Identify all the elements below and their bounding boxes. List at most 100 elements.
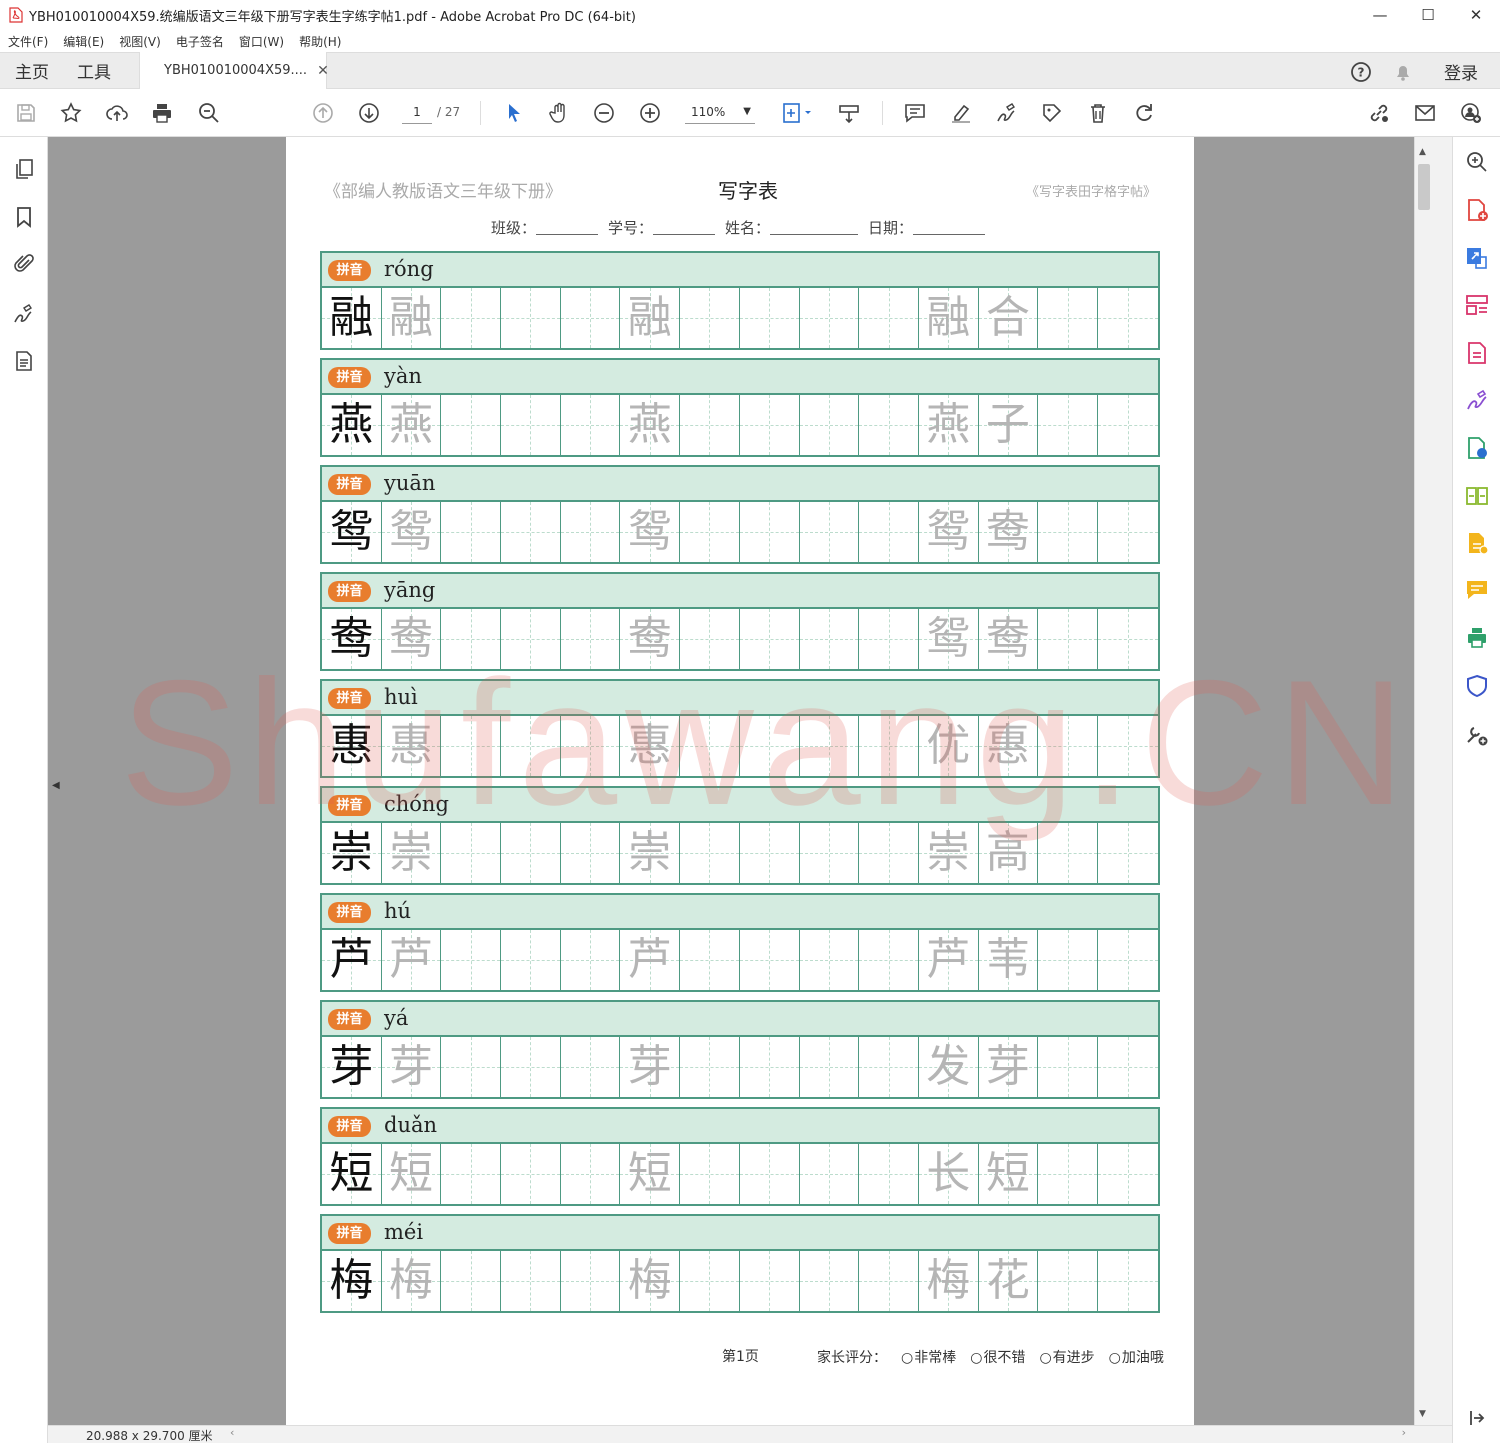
compare-files-icon[interactable] [1464,483,1490,509]
tianzige-cell: 苇 [978,930,1039,990]
trace-character: 鸯 [627,613,672,664]
hand-tool-icon[interactable] [545,99,573,127]
tianzige-cell [1038,288,1098,348]
print-production-icon[interactable] [1464,625,1490,651]
word-character: 融 [926,292,971,343]
tianzige-cell: 芽 [381,1037,442,1097]
bookmark-star-icon[interactable] [57,99,85,127]
close-tab-icon[interactable]: ✕ [317,63,329,79]
menu-help[interactable]: 帮助(H) [299,33,341,50]
stamp-icon[interactable] [1038,99,1066,127]
notification-bell-icon[interactable] [1392,61,1414,83]
fit-page-icon[interactable] [777,99,817,127]
previous-page-icon[interactable] [309,99,337,127]
tianzige-cell [441,823,502,883]
tianzige-cell: 鸯 [381,609,442,669]
pdf-file-icon [9,7,23,23]
tab-document[interactable]: YBH010010004X59.... ✕ [139,52,329,89]
comment-tool-icon[interactable] [1464,577,1490,603]
protect-shield-icon[interactable] [1464,673,1490,699]
tianzige-cell [799,1251,860,1311]
minimize-button[interactable]: — [1356,0,1404,30]
tianzige-cell: 崇 [620,823,681,883]
scan-ocr-icon[interactable] [1464,530,1490,556]
right-tools-pane [1452,137,1500,1443]
signatures-pen-icon[interactable] [12,302,36,326]
zoom-out-icon[interactable] [590,99,618,127]
share-link-icon[interactable] [1365,99,1393,127]
menu-edit[interactable]: 编辑(E) [63,33,104,50]
tianzige-cell [1097,502,1158,562]
tab-home[interactable]: 主页 [0,58,49,83]
scroll-down-icon[interactable]: ▼ [1419,1409,1426,1419]
scroll-right-icon[interactable]: › [1402,1426,1406,1439]
vertical-scrollbar[interactable]: ▲ ▼ [1414,137,1432,1425]
scroll-left-icon[interactable]: ‹ [230,1426,234,1439]
page-thumbnails-icon[interactable] [12,157,36,181]
tianzige-cell [1038,930,1098,990]
menu-esign[interactable]: 电子签名 [176,33,224,50]
menu-view[interactable]: 视图(V) [119,33,161,50]
trace-character: 芽 [627,1041,672,1092]
email-icon[interactable] [1411,99,1439,127]
bookmarks-icon[interactable] [12,205,36,229]
document-properties-icon[interactable] [12,349,36,373]
tianzige-cells: 崇崇崇崇高 [322,823,1158,883]
tianzige-cell [560,288,621,348]
trace-character: 惠 [627,720,672,771]
comment-icon[interactable] [901,99,929,127]
print-icon[interactable] [148,99,176,127]
more-tools-icon[interactable] [1464,722,1490,748]
highlight-pen-icon[interactable] [947,99,975,127]
tianzige-cell [859,716,919,776]
zoom-search-icon[interactable] [195,99,223,127]
keyboard-tools-icon[interactable] [835,99,863,127]
tianzige-cell: 梅 [381,1251,442,1311]
tianzige-cell: 芽 [620,1037,681,1097]
select-cursor-icon[interactable] [500,99,528,127]
send-review-icon[interactable] [1464,435,1490,461]
number-label: 学号： [608,219,654,237]
login-button[interactable]: 登录 [1444,59,1478,84]
tianzige-cell: 梅 [918,1251,979,1311]
zoom-in-icon[interactable] [636,99,664,127]
draw-sign-icon[interactable] [992,99,1020,127]
find-zoom-icon[interactable] [1464,149,1490,175]
page-number-input[interactable]: 1 [402,100,432,124]
save-icon[interactable] [12,99,40,127]
export-pdf-icon[interactable] [1464,245,1490,271]
tianzige-cell [501,288,561,348]
close-window-button[interactable]: ✕ [1452,0,1500,30]
tianzige-cell [560,930,621,990]
fill-sign-icon[interactable] [1464,388,1490,414]
tianzige-cell: 发 [918,1037,979,1097]
help-icon[interactable]: ? [1350,61,1372,83]
attachments-paperclip-icon[interactable] [12,252,36,276]
zoom-level-select[interactable]: 110% ▼ [685,100,755,124]
expand-panel-icon[interactable] [1464,1405,1490,1431]
next-page-icon[interactable] [355,99,383,127]
redo-rotate-icon[interactable] [1130,99,1158,127]
menu-file[interactable]: 文件(F) [8,33,48,50]
menu-window[interactable]: 窗口(W) [239,33,284,50]
maximize-button[interactable]: ☐ [1404,0,1452,30]
pinyin-text: huì [384,685,418,709]
cloud-upload-icon[interactable] [103,99,131,127]
scrollbar-thumb[interactable] [1418,164,1430,210]
add-user-icon[interactable] [1457,99,1485,127]
delete-trash-icon[interactable] [1084,99,1112,127]
create-pdf-icon[interactable] [1464,197,1490,223]
tianzige-cells: 芦芦芦芦苇 [322,930,1158,990]
tianzige-cell: 短 [381,1144,442,1204]
tianzige-cell [739,930,800,990]
edit-pdf-icon[interactable] [1464,340,1490,366]
scroll-up-icon[interactable]: ▲ [1419,147,1426,157]
organize-pages-icon[interactable] [1464,292,1490,318]
tianzige-cell: 惠 [978,716,1039,776]
tianzige-cell [560,395,621,455]
tab-tools[interactable]: 工具 [49,58,111,83]
collapse-left-pane-icon[interactable]: ◀ [52,780,60,791]
pinyin-text: hú [384,899,412,923]
tianzige-cell: 融 [620,288,681,348]
pinyin-badge: 拼音 [328,795,371,816]
